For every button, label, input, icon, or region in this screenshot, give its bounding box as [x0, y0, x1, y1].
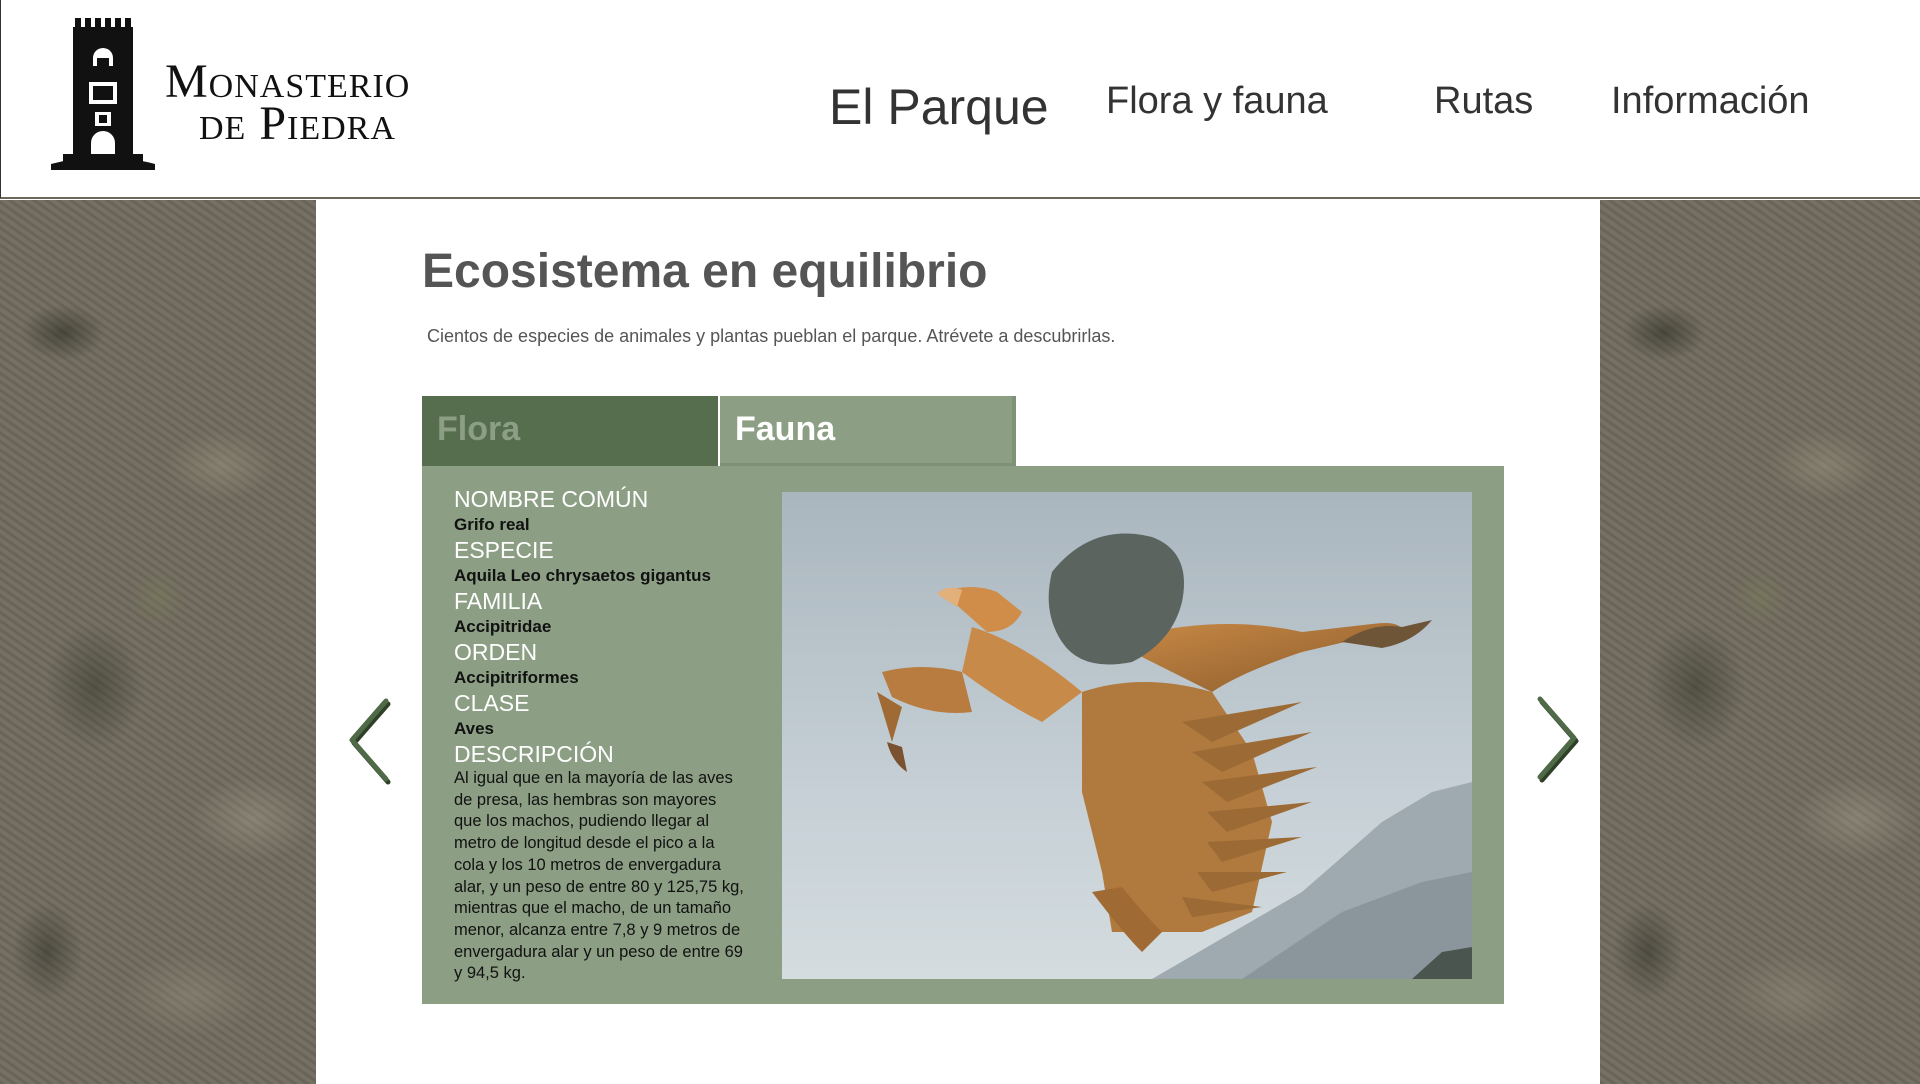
main-content: Ecosistema en equilibrio Cientos de espe… [316, 200, 1600, 1084]
rock-background-right [1600, 200, 1920, 1084]
tab-flora[interactable]: Flora [422, 396, 718, 466]
rock-background-left [0, 200, 316, 1084]
common-name-value: Grifo real [454, 515, 530, 534]
nav-informacion[interactable]: Información [1611, 80, 1810, 123]
site-header: Monasterio de Piedra El Parque Flora y f… [0, 0, 1920, 199]
nav-flora-y-fauna[interactable]: Flora y fauna [1106, 80, 1328, 123]
site-logo[interactable]: Monasterio de Piedra [49, 18, 419, 170]
tower-logo-icon [51, 18, 155, 170]
chevron-left-icon[interactable] [344, 695, 394, 785]
species-label: ESPECIE [454, 537, 554, 563]
page-title: Ecosistema en equilibrio [422, 245, 988, 298]
description-label: DESCRIPCIÓN [454, 741, 614, 767]
species-value: Aquila Leo chrysaetos gigantus [454, 566, 711, 585]
griffin-illustration [782, 492, 1472, 979]
species-info: NOMBRE COMÚN Grifo real ESPECIE Aquila L… [454, 486, 754, 985]
page-subtitle: Cientos de especies de animales y planta… [427, 326, 1116, 346]
description-text: Al igual que en la mayoría de las aves d… [454, 769, 744, 983]
logo-text-de-piedra: de Piedra [199, 97, 396, 150]
nav-rutas[interactable]: Rutas [1434, 80, 1533, 123]
common-name-label: NOMBRE COMÚN [454, 486, 649, 512]
order-value: Accipitriformes [454, 668, 579, 687]
family-label: FAMILIA [454, 588, 543, 614]
nav-el-parque[interactable]: El Parque [829, 78, 1049, 136]
tab-fauna[interactable]: Fauna [720, 396, 1016, 466]
class-value: Aves [454, 719, 495, 738]
family-value: Accipitridae [454, 617, 552, 636]
class-label: CLASE [454, 690, 530, 716]
chevron-right-icon[interactable] [1532, 693, 1582, 783]
griffin-photo [782, 492, 1472, 979]
species-panel: NOMBRE COMÚN Grifo real ESPECIE Aquila L… [422, 466, 1504, 1004]
order-label: ORDEN [454, 639, 538, 665]
